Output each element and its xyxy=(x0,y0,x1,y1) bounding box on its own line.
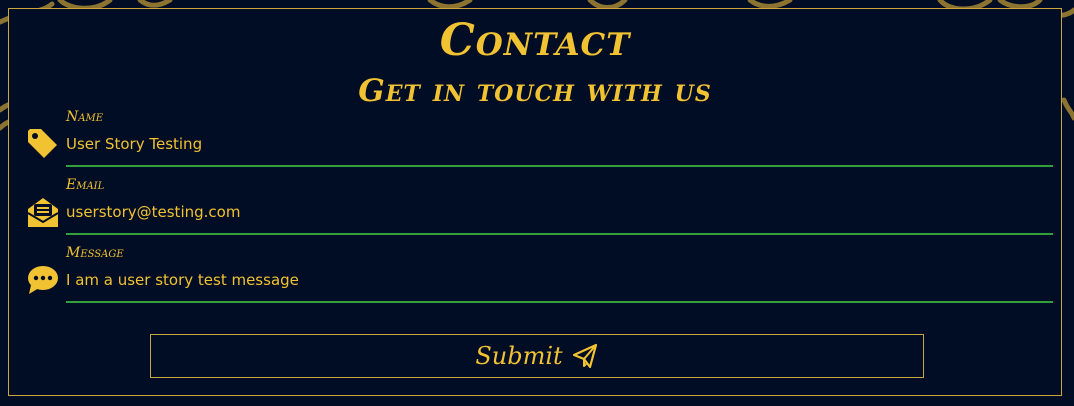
submit-label: Submit xyxy=(475,342,563,370)
message-field-group: Message xyxy=(26,245,1053,305)
email-label: Email xyxy=(66,177,105,193)
name-label: Name xyxy=(66,109,104,125)
envelope-open-icon xyxy=(27,198,59,227)
comment-dots-icon xyxy=(28,266,58,294)
page-title: Contact xyxy=(439,15,631,66)
contact-card: Contact Get in touch with us Name Email xyxy=(8,8,1062,396)
tag-icon xyxy=(28,129,57,158)
message-label: Message xyxy=(66,245,124,261)
name-field-group: Name xyxy=(26,109,1053,169)
email-underline xyxy=(66,233,1053,235)
name-input[interactable] xyxy=(66,131,1053,157)
page-subtitle: Get in touch with us xyxy=(358,73,712,109)
message-input[interactable] xyxy=(66,267,1053,293)
message-underline xyxy=(66,301,1053,303)
email-field-group: Email xyxy=(26,177,1053,237)
email-input[interactable] xyxy=(66,199,1053,225)
paper-plane-icon xyxy=(572,343,597,369)
submit-button[interactable]: Submit xyxy=(150,334,924,378)
name-underline xyxy=(66,165,1053,167)
